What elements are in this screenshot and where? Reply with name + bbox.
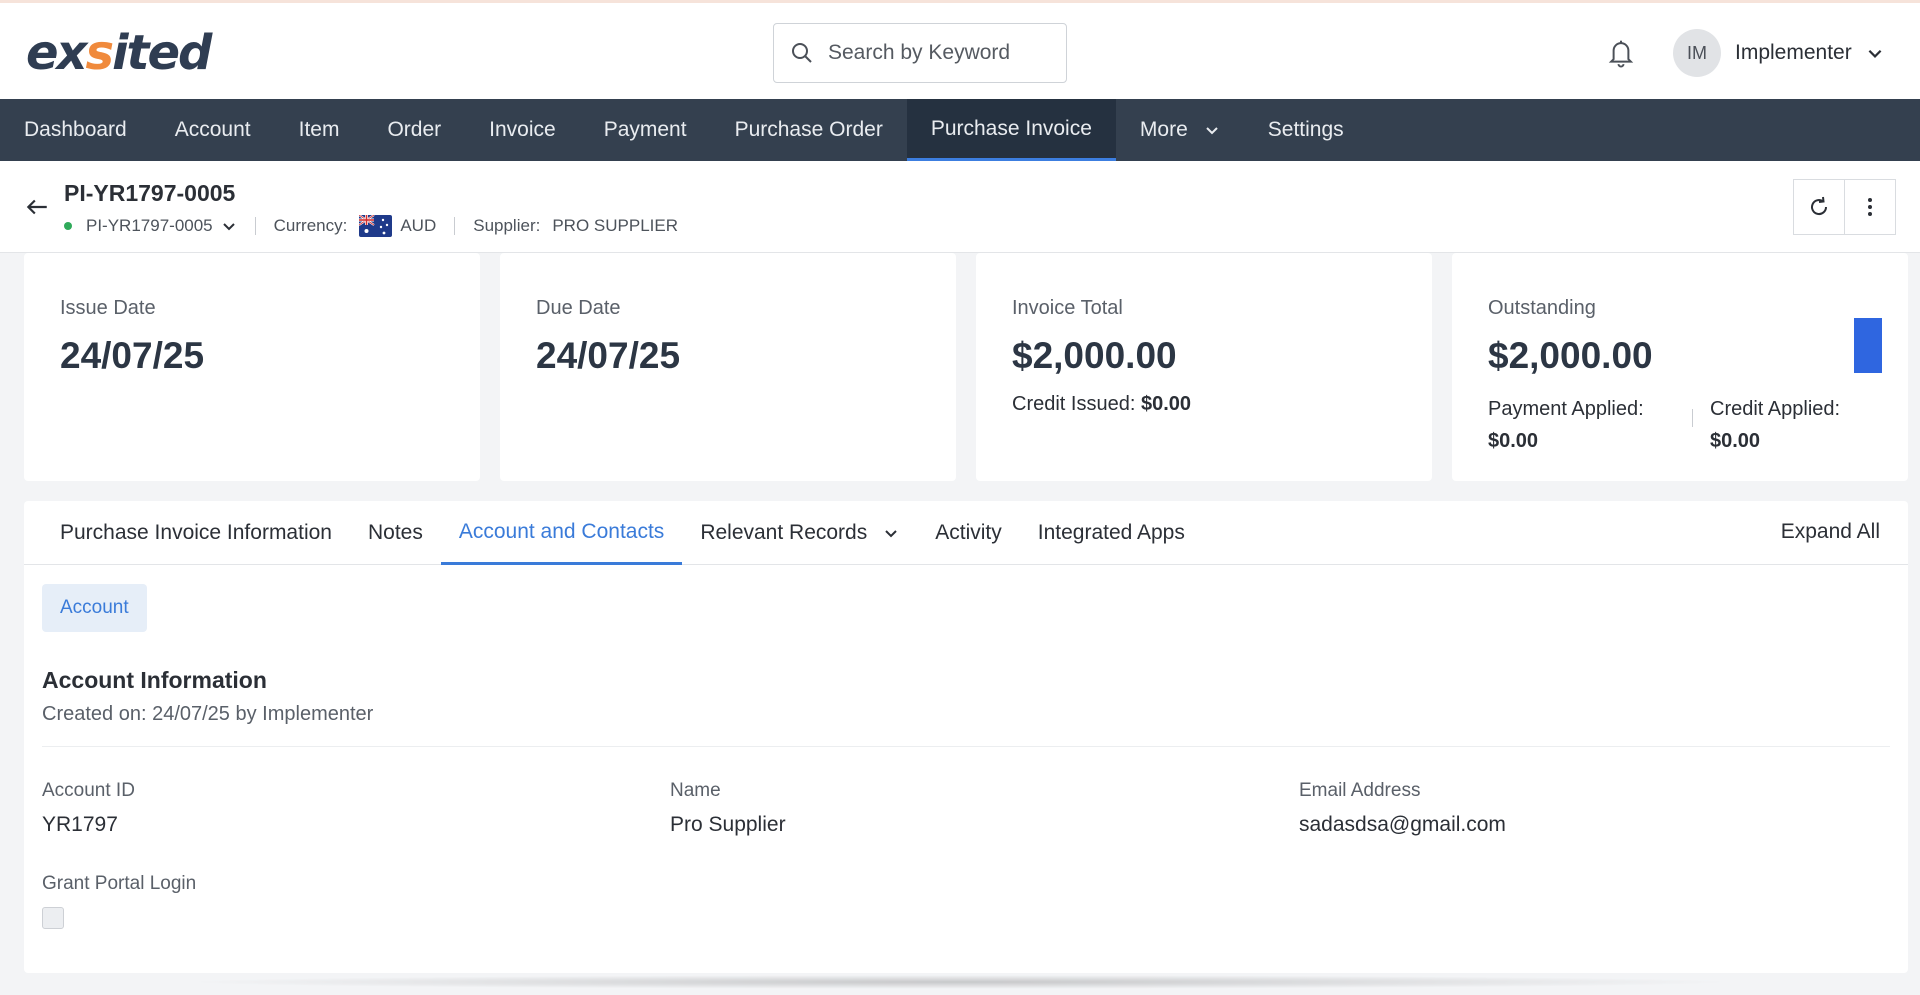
account-id-value: YR1797 bbox=[42, 813, 118, 836]
name-label: Name bbox=[670, 780, 721, 801]
email-value: sadasdsa@gmail.com bbox=[1299, 813, 1506, 836]
record-selector[interactable]: PI-YR1797-0005 bbox=[86, 216, 213, 236]
page-title: PI-YR1797-0005 bbox=[64, 180, 236, 206]
created-on-text: Created on: 24/07/25 by Implementer bbox=[42, 703, 374, 725]
tab-notes[interactable]: Notes bbox=[350, 501, 441, 565]
expand-all-button[interactable]: Expand All bbox=[1781, 520, 1880, 544]
tab-activity[interactable]: Activity bbox=[917, 501, 1020, 565]
search-icon bbox=[792, 43, 812, 63]
bottom-shadow bbox=[180, 975, 1740, 989]
record-meta: PI-YR1797-0005 Currency: AUD Supplier: P… bbox=[64, 215, 678, 237]
user-name: Implementer bbox=[1735, 41, 1852, 64]
section-title: Account Information bbox=[42, 667, 267, 693]
main-nav: Dashboard Account Item Order Invoice Pay… bbox=[0, 99, 1920, 161]
nav-purchase-invoice[interactable]: Purchase Invoice bbox=[906, 99, 1116, 161]
notification-bell-icon[interactable] bbox=[1606, 37, 1636, 69]
outstanding-value: $2,000.00 bbox=[1488, 335, 1653, 376]
due-date-value: 24/07/25 bbox=[536, 335, 681, 376]
issue-date-card: Issue Date 24/07/25 bbox=[24, 253, 480, 481]
account-chip[interactable]: Account bbox=[42, 584, 147, 632]
detail-panel: Purchase Invoice Information Notes Accou… bbox=[24, 501, 1908, 973]
name-value: Pro Supplier bbox=[670, 813, 786, 836]
chevron-down-icon bbox=[885, 530, 897, 538]
more-options-button[interactable] bbox=[1844, 179, 1896, 235]
email-label: Email Address bbox=[1299, 780, 1421, 801]
supplier-label: Supplier: bbox=[473, 216, 541, 235]
kebab-menu-icon bbox=[1868, 198, 1872, 216]
divider bbox=[454, 217, 456, 235]
search-input[interactable] bbox=[828, 41, 1048, 65]
tab-account-and-contacts[interactable]: Account and Contacts bbox=[440, 501, 683, 565]
user-menu[interactable]: IM Implementer bbox=[1673, 29, 1884, 77]
nav-order[interactable]: Order bbox=[363, 99, 465, 161]
nav-account[interactable]: Account bbox=[151, 99, 275, 161]
outstanding-card: Outstanding $2,000.00 Payment Applied: $0… bbox=[1452, 253, 1908, 481]
currency-label: Currency: bbox=[273, 216, 348, 235]
supplier-value: PRO SUPPLIER bbox=[552, 216, 678, 235]
nav-purchase-order[interactable]: Purchase Order bbox=[711, 99, 907, 161]
nav-dashboard[interactable]: Dashboard bbox=[0, 99, 151, 161]
chevron-down-icon bbox=[1206, 127, 1218, 135]
nav-payment[interactable]: Payment bbox=[580, 99, 711, 161]
invoice-total-value: $2,000.00 bbox=[1012, 335, 1177, 376]
issue-date-value: 24/07/25 bbox=[60, 335, 205, 376]
nav-item[interactable]: Item bbox=[275, 99, 364, 161]
top-header: exsited IM Implementer bbox=[0, 0, 1920, 99]
record-header: PI-YR1797-0005 PI-YR1797-0005 Currency: … bbox=[0, 161, 1920, 253]
side-indicator-tab[interactable] bbox=[1854, 318, 1882, 373]
account-id-label: Account ID bbox=[42, 780, 135, 801]
australia-flag-icon bbox=[359, 215, 393, 237]
due-date-card: Due Date 24/07/25 bbox=[500, 253, 956, 481]
tab-relevant-records[interactable]: Relevant Records bbox=[682, 501, 917, 565]
tab-integrated-apps[interactable]: Integrated Apps bbox=[1020, 501, 1203, 565]
refresh-icon bbox=[1811, 196, 1828, 216]
payment-applied: Payment Applied: $0.00 bbox=[1488, 398, 1644, 452]
refresh-button[interactable] bbox=[1793, 179, 1845, 235]
credit-issued: Credit Issued: $0.00 bbox=[1012, 393, 1192, 415]
grant-portal-login-checkbox[interactable] bbox=[42, 907, 64, 929]
issue-date-label: Issue Date bbox=[60, 297, 156, 319]
invoice-total-label: Invoice Total bbox=[1012, 297, 1123, 319]
due-date-label: Due Date bbox=[536, 297, 621, 319]
divider bbox=[254, 217, 256, 235]
outstanding-label: Outstanding bbox=[1488, 297, 1596, 319]
grant-portal-login-label: Grant Portal Login bbox=[42, 873, 197, 894]
chevron-down-icon[interactable] bbox=[221, 218, 237, 234]
tab-purchase-invoice-information[interactable]: Purchase Invoice Information bbox=[42, 501, 350, 565]
search-box[interactable] bbox=[773, 23, 1067, 83]
currency-value: AUD bbox=[400, 216, 437, 235]
divider bbox=[42, 746, 1890, 747]
nav-invoice[interactable]: Invoice bbox=[465, 99, 580, 161]
nav-settings[interactable]: Settings bbox=[1244, 99, 1368, 161]
chevron-down-icon bbox=[1868, 49, 1882, 58]
avatar: IM bbox=[1673, 29, 1721, 77]
status-dot bbox=[64, 222, 72, 230]
credit-applied: Credit Applied: $0.00 bbox=[1710, 398, 1841, 452]
tab-bar: Purchase Invoice Information Notes Accou… bbox=[24, 501, 1908, 565]
divider bbox=[1692, 409, 1693, 427]
invoice-total-card: Invoice Total $2,000.00 Credit Issued: $… bbox=[976, 253, 1432, 481]
nav-more[interactable]: More bbox=[1116, 99, 1244, 161]
exsited-logo[interactable]: exsited bbox=[26, 27, 212, 79]
back-arrow-icon[interactable] bbox=[24, 194, 50, 220]
